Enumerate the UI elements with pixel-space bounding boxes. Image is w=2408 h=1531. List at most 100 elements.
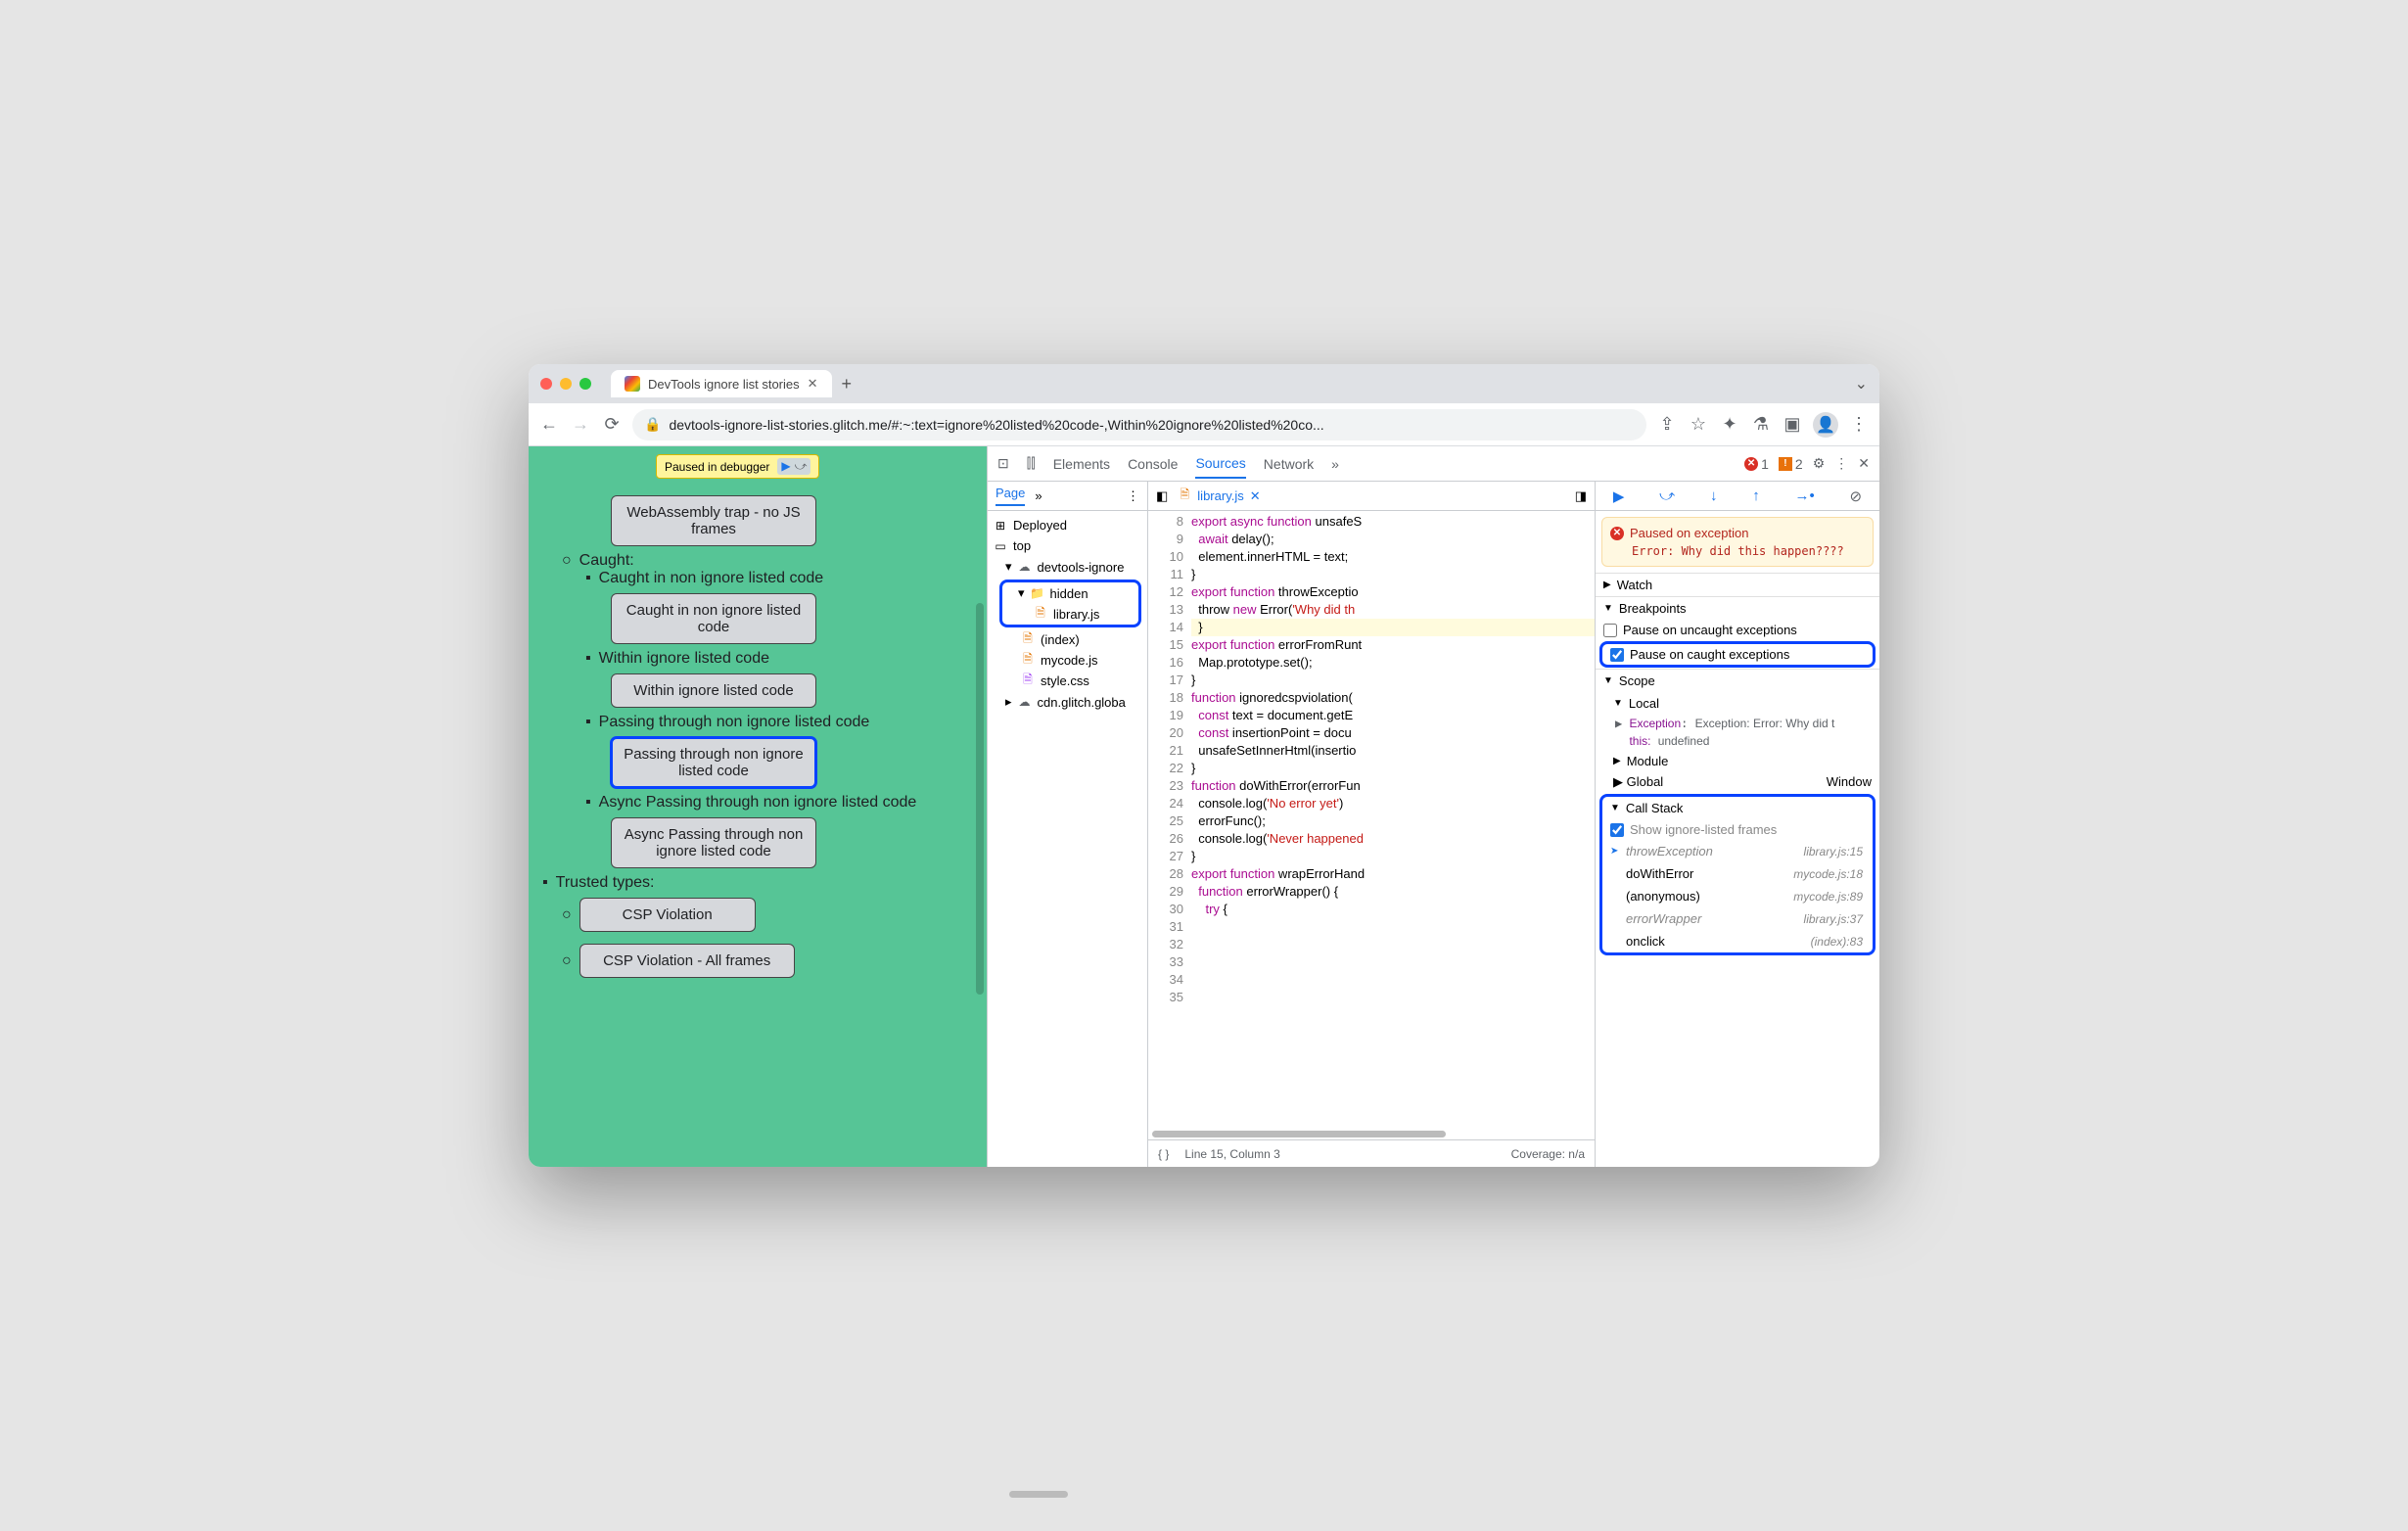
more-icon[interactable]: ⋮ — [1834, 455, 1848, 472]
editor-tab-library[interactable]: 🗎 library.js ✕ — [1178, 488, 1260, 504]
tab-network[interactable]: Network — [1264, 450, 1314, 478]
resume-button[interactable]: ▶ — [1613, 487, 1625, 505]
callstack-header[interactable]: ▼Call Stack — [1602, 797, 1873, 819]
browser-tab[interactable]: DevTools ignore list stories ✕ — [611, 370, 832, 397]
labs-icon[interactable]: ⚗ — [1750, 414, 1772, 436]
toolbar-icons: ⇪ ☆ ✦ ⚗ ▣ 👤 ⋮ — [1656, 412, 1870, 438]
paused-label: Paused in debugger — [665, 460, 769, 474]
tree-origin[interactable]: ▾☁devtools-ignore — [990, 556, 1145, 578]
warning-badge[interactable]: !2 — [1779, 456, 1803, 472]
traffic-lights — [540, 378, 591, 390]
tree-mycode-file[interactable]: 🗎mycode.js — [990, 650, 1145, 671]
pause-caught-row[interactable]: Pause on caught exceptions — [1599, 641, 1875, 668]
scope-exception[interactable]: ▶ Exception: Exception: Error: Why did t — [1596, 715, 1879, 732]
code-content: export async function unsafeS await dela… — [1191, 511, 1595, 1128]
more-nav-icon[interactable]: ⋮ — [1127, 488, 1139, 504]
debug-sidebar: ▶ ⤻ ↓ ↑ →• ⊘ ✕Paused on exception Error:… — [1596, 482, 1879, 1167]
step-over-button[interactable]: ⤻ — [1659, 487, 1675, 504]
code-area[interactable]: 8910111213141516171819202122232425262728… — [1148, 511, 1595, 1128]
scope-local[interactable]: ▼Local — [1596, 692, 1879, 715]
page-scrollbar[interactable] — [976, 603, 984, 995]
show-ignored-row[interactable]: Show ignore-listed frames — [1602, 819, 1873, 840]
close-devtools-icon[interactable]: ✕ — [1858, 455, 1870, 472]
error-icon: ✕ — [1610, 527, 1624, 540]
menu-icon[interactable]: ⋮ — [1848, 414, 1870, 436]
page-viewport: Paused in debugger ▶ ⤻ WebAssembly trap … — [529, 446, 987, 1167]
more-tabs-icon[interactable]: » — [1331, 456, 1339, 472]
stack-frame[interactable]: onclick(index):83 — [1602, 930, 1873, 952]
panel-icon[interactable]: ▣ — [1782, 414, 1803, 436]
stack-frame[interactable]: throwExceptionlibrary.js:15 — [1602, 840, 1873, 862]
stack-frame[interactable]: doWithErrormycode.js:18 — [1602, 862, 1873, 885]
minimize-window[interactable] — [560, 378, 572, 390]
btn-passing[interactable]: Passing through non ignore listed code — [611, 737, 816, 788]
step-button[interactable]: →• — [1794, 487, 1814, 504]
pause-uncaught-checkbox[interactable] — [1603, 624, 1617, 637]
resume-icon[interactable]: ▶ — [781, 459, 790, 474]
tab-elements[interactable]: Elements — [1053, 450, 1110, 478]
pretty-print-icon[interactable]: { } — [1158, 1147, 1169, 1161]
btn-async[interactable]: Async Passing through non ignore listed … — [611, 817, 816, 868]
watch-panel[interactable]: ▶Watch — [1596, 574, 1879, 596]
paused-chip: Paused in debugger ▶ ⤻ — [656, 454, 819, 479]
step-out-button[interactable]: ↑ — [1752, 487, 1760, 504]
back-button[interactable]: ← — [538, 414, 560, 436]
tree-cdn[interactable]: ▸☁cdn.glitch.globa — [990, 691, 1145, 713]
tab-overflow-icon[interactable]: ⌄ — [1855, 374, 1868, 394]
show-debugger-icon[interactable]: ◨ — [1575, 488, 1587, 504]
btn-within[interactable]: Within ignore listed code — [611, 673, 816, 708]
new-tab-button[interactable]: + — [842, 374, 853, 394]
share-icon[interactable]: ⇪ — [1656, 414, 1678, 436]
page-subtab[interactable]: Page — [996, 486, 1025, 506]
addressbar: ← → ⟳ 🔒 devtools-ignore-list-stories.gli… — [529, 403, 1879, 446]
device-icon[interactable]: ⫿⫿ — [1027, 455, 1036, 472]
url-input[interactable]: 🔒 devtools-ignore-list-stories.glitch.me… — [632, 409, 1646, 441]
btn-webassembly[interactable]: WebAssembly trap - no JS frames — [611, 495, 816, 546]
more-subtabs-icon[interactable]: » — [1035, 488, 1042, 503]
browser-window: DevTools ignore list stories ✕ + ⌄ ← → ⟳… — [529, 364, 1879, 1167]
stack-frame[interactable]: (anonymous)mycode.js:89 — [1602, 885, 1873, 907]
titlebar: DevTools ignore list stories ✕ + ⌄ — [529, 364, 1879, 403]
stack-frame[interactable]: errorWrapperlibrary.js:37 — [1602, 907, 1873, 930]
settings-icon[interactable]: ⚙ — [1813, 455, 1826, 472]
lock-icon: 🔒 — [644, 416, 661, 433]
devtools-tabs: ⊡ ⫿⫿ Elements Console Sources Network » … — [988, 446, 1879, 482]
scope-panel[interactable]: ▼Scope — [1596, 670, 1879, 692]
maximize-window[interactable] — [579, 378, 591, 390]
tree-top[interactable]: ▭top — [990, 535, 1145, 556]
tab-sources[interactable]: Sources — [1195, 449, 1245, 479]
scope-module[interactable]: ▶Module — [1596, 750, 1879, 772]
pause-caught-checkbox[interactable] — [1610, 648, 1624, 662]
editor-status-bar: { } Line 15, Column 3 Coverage: n/a — [1148, 1139, 1595, 1167]
pause-uncaught-row[interactable]: Pause on uncaught exceptions — [1596, 620, 1879, 640]
close-file-icon[interactable]: ✕ — [1250, 488, 1261, 504]
inspect-icon[interactable]: ⊡ — [997, 455, 1009, 472]
error-badge[interactable]: ✕1 — [1744, 456, 1769, 472]
tree-library-file[interactable]: 🗎library.js — [1002, 604, 1138, 625]
show-ignored-checkbox[interactable] — [1610, 823, 1624, 837]
btn-caught[interactable]: Caught in non ignore listed code — [611, 593, 816, 644]
step-over-icon[interactable]: ⤻ — [795, 459, 808, 474]
close-window[interactable] — [540, 378, 552, 390]
tree-index-file[interactable]: 🗎(index) — [990, 629, 1145, 650]
show-navigator-icon[interactable]: ◧ — [1156, 488, 1168, 504]
bookmark-icon[interactable]: ☆ — [1688, 414, 1709, 436]
extensions-icon[interactable]: ✦ — [1719, 414, 1740, 436]
breakpoints-panel[interactable]: ▼Breakpoints — [1596, 597, 1879, 620]
close-tab-icon[interactable]: ✕ — [808, 376, 818, 392]
js-file-icon: 🗎 — [1178, 489, 1191, 503]
editor-hscroll[interactable] — [1148, 1128, 1595, 1139]
file-tree-panel: Page » ⋮ ⊞Deployed ▭top ▾☁devtools-ignor… — [988, 482, 1148, 1167]
btn-csp[interactable]: CSP Violation — [579, 898, 756, 932]
deactivate-breakpoints-button[interactable]: ⊘ — [1849, 487, 1862, 505]
scope-global[interactable]: ▶ GlobalWindow — [1596, 772, 1879, 792]
tree-hidden-folder[interactable]: ▾📁hidden — [1002, 582, 1138, 604]
file-tree: ⊞Deployed ▭top ▾☁devtools-ignore ▾📁hidde… — [988, 511, 1147, 717]
btn-csp-all[interactable]: CSP Violation - All frames — [579, 944, 795, 978]
tree-deployed[interactable]: ⊞Deployed — [990, 515, 1145, 535]
tab-console[interactable]: Console — [1128, 450, 1178, 478]
reload-button[interactable]: ⟳ — [601, 414, 623, 436]
step-into-button[interactable]: ↓ — [1710, 487, 1718, 504]
avatar[interactable]: 👤 — [1813, 412, 1838, 438]
tree-style-file[interactable]: 🗎style.css — [990, 671, 1145, 691]
